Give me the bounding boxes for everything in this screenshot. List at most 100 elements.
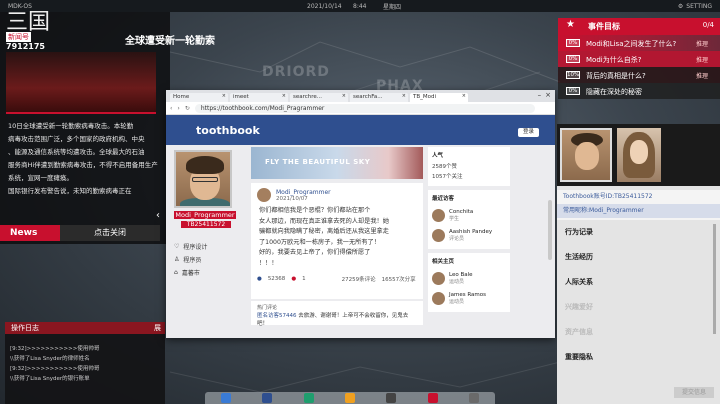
section-relations[interactable]: 人际关系	[557, 270, 720, 295]
goal-hint: 推理	[695, 73, 708, 80]
back-icon[interactable]: ‹	[170, 105, 172, 112]
close-window-icon[interactable]: ×	[545, 91, 551, 99]
goal-progress: 0%	[566, 39, 580, 47]
comment-count: 27259条评论	[341, 277, 376, 283]
goal-text: 隐藏在深处的秘密	[586, 88, 642, 96]
profile-link[interactable]: ♙ 程序员	[174, 253, 244, 266]
location-icon: ⌂	[174, 269, 178, 276]
tab-search-1[interactable]: searchre... ×	[290, 93, 348, 102]
app-icon[interactable]	[303, 393, 314, 403]
comment-author[interactable]: 匿名访客57446	[257, 313, 297, 319]
event-goal-item[interactable]: 0% Modi为什么自杀? 推理	[558, 51, 720, 67]
news-body-line: 病毒攻击范围广泛，多个国家的政府机构、中央	[8, 135, 145, 143]
url-input[interactable]: https://toothbook.com/Modi_Pragrammer	[194, 103, 535, 113]
status-bar: MDK-OS 2021/10/14 8:44 星期四 ⚙ SETTING	[0, 0, 720, 12]
news-label: News	[0, 225, 60, 241]
avatar	[432, 291, 445, 305]
tab-label: Home	[173, 94, 190, 100]
settings-button[interactable]: ⚙ SETTING	[678, 3, 712, 10]
close-icon[interactable]: ×	[222, 93, 226, 99]
close-icon[interactable]: ×	[462, 93, 466, 99]
forward-icon[interactable]: ›	[177, 105, 179, 112]
post: Modi_Programmer 2021/10/07 你们都相信我是个恶棍？你们…	[251, 183, 423, 299]
login-button[interactable]: 登录	[517, 128, 539, 137]
related-item[interactable]: Leo Bale 运动员	[432, 268, 506, 288]
nickname[interactable]: 常用昵称:Modi_Programmer	[557, 204, 720, 218]
map-label: DRIORD	[262, 64, 330, 80]
section-life[interactable]: 生活经历	[557, 245, 720, 270]
minimize-icon[interactable]: –	[538, 91, 542, 99]
scrollbar[interactable]	[548, 200, 552, 260]
modi-photo[interactable]	[560, 128, 612, 182]
app-icon[interactable]	[262, 393, 273, 403]
post-author[interactable]: Modi_Programmer	[276, 189, 331, 196]
expand-button[interactable]: 展	[154, 322, 161, 334]
app-icon[interactable]	[469, 393, 480, 403]
avatar[interactable]	[174, 150, 232, 208]
event-goal-item[interactable]: 10% 背后的真相是什么? 推理	[558, 67, 720, 83]
profile-link[interactable]: ♡ 程序设计	[174, 240, 244, 253]
visitor-item[interactable]: Conchita 学生	[432, 205, 506, 225]
app-icon[interactable]	[427, 393, 438, 403]
like-count: 52368	[267, 276, 286, 282]
tab-label: TB_Modi	[413, 94, 437, 100]
tab-tb-modi[interactable]: TB_Modi ×	[410, 93, 468, 102]
section-assets[interactable]: 资产信息	[557, 320, 720, 345]
news-body-line: 10日全球遭受新一轮勤索病毒攻击。本轮勤	[8, 122, 134, 130]
avatar	[432, 208, 445, 222]
goal-progress: 0%	[566, 55, 580, 63]
event-goals-count[interactable]: 0/4	[703, 21, 714, 29]
avatar	[432, 228, 445, 242]
chevron-left-icon[interactable]: ‹	[156, 210, 166, 221]
app-icon[interactable]	[386, 393, 397, 403]
post-line: 了1000万欧元和一栋房子，我一无所有了！	[259, 238, 380, 246]
star-icon: ★	[566, 19, 575, 30]
account-id[interactable]: Toothbook账号ID:TB25411572	[557, 190, 720, 204]
profile-link-label: 程序设计	[183, 244, 208, 251]
post-header: Modi_Programmer 2021/10/07	[257, 188, 417, 202]
scrollbar[interactable]	[713, 224, 716, 334]
profile-link-label: 嘉蕃市	[181, 270, 200, 277]
feed: FLY THE BEAUTIFUL SKY Modi_Programmer 20…	[251, 147, 423, 327]
visitor-item[interactable]: Aashish Pandey 评论员	[432, 225, 506, 245]
banner-text: FLY THE BEAUTIFUL SKY	[265, 158, 371, 166]
related-item[interactable]: James Ramos 运动员	[432, 288, 506, 308]
profile-link[interactable]: ⌂ 嘉蕃市	[174, 266, 244, 279]
event-goal-item[interactable]: 0% 隐藏在深处的秘密	[558, 83, 720, 99]
news-headline: 全球遭受新一轮勤索	[125, 36, 215, 47]
lisa-photo[interactable]	[617, 128, 661, 182]
goal-progress: 0%	[566, 87, 580, 95]
event-goal-item[interactable]: 0% Modi和Lisa之间发生了什么? 推理	[558, 35, 720, 51]
site-logo[interactable]: toothbook	[196, 124, 260, 137]
reply-icon[interactable]: ●	[291, 276, 296, 282]
gear-icon: ⚙	[677, 2, 684, 10]
section-hobbies[interactable]: 兴趣爱好	[557, 295, 720, 320]
visitor-name: Conchita	[449, 208, 474, 215]
close-icon[interactable]: ×	[282, 93, 286, 99]
close-icon[interactable]: ×	[402, 93, 406, 99]
visitor-role: 评论员	[449, 235, 465, 242]
tab-imeet[interactable]: imeet ×	[230, 93, 288, 102]
following-count: 1057个关注	[432, 174, 463, 180]
post-line: 骗都就向我隐瞒了秘密，离婚后还从我这里拿走	[259, 228, 389, 235]
profile-column: Modi_Programmer TB25411572 ♡ 程序设计 ♙ 程序员 ⌂ 嘉…	[174, 150, 244, 279]
site-header: toothbook 登录	[166, 115, 555, 145]
heart-icon: ♡	[174, 243, 180, 250]
operation-log: 操作日志 展 [9:32]>>>>>>>>>>>使用帅哥 \\获得了Lisa S…	[5, 322, 165, 404]
tab-home[interactable]: Home ×	[170, 93, 228, 102]
post-avatar[interactable]	[257, 188, 271, 202]
submit-info-button[interactable]: 提交信息	[674, 387, 714, 398]
close-icon[interactable]: ×	[342, 93, 346, 99]
section-behavior[interactable]: 行为记录	[557, 220, 720, 245]
app-icon[interactable]	[220, 393, 231, 403]
tab-search-2[interactable]: searchFa... ×	[350, 93, 408, 102]
reload-icon[interactable]: ↻	[185, 105, 190, 112]
like-icon[interactable]: ●	[257, 276, 262, 282]
news-close-button[interactable]: 点击关闭	[60, 225, 160, 241]
news-body-line: 、能源及通信系统等均遭攻击。全球最大的石油	[8, 148, 145, 156]
related-name: James Ramos	[449, 291, 487, 298]
app-icon[interactable]	[344, 393, 355, 403]
section-privacy[interactable]: 重要隐私	[557, 345, 720, 370]
operation-log-header: 操作日志 展	[5, 322, 165, 334]
news-body-line: 国际银行发布警告说，未知的勤索病毒正在	[8, 187, 132, 195]
